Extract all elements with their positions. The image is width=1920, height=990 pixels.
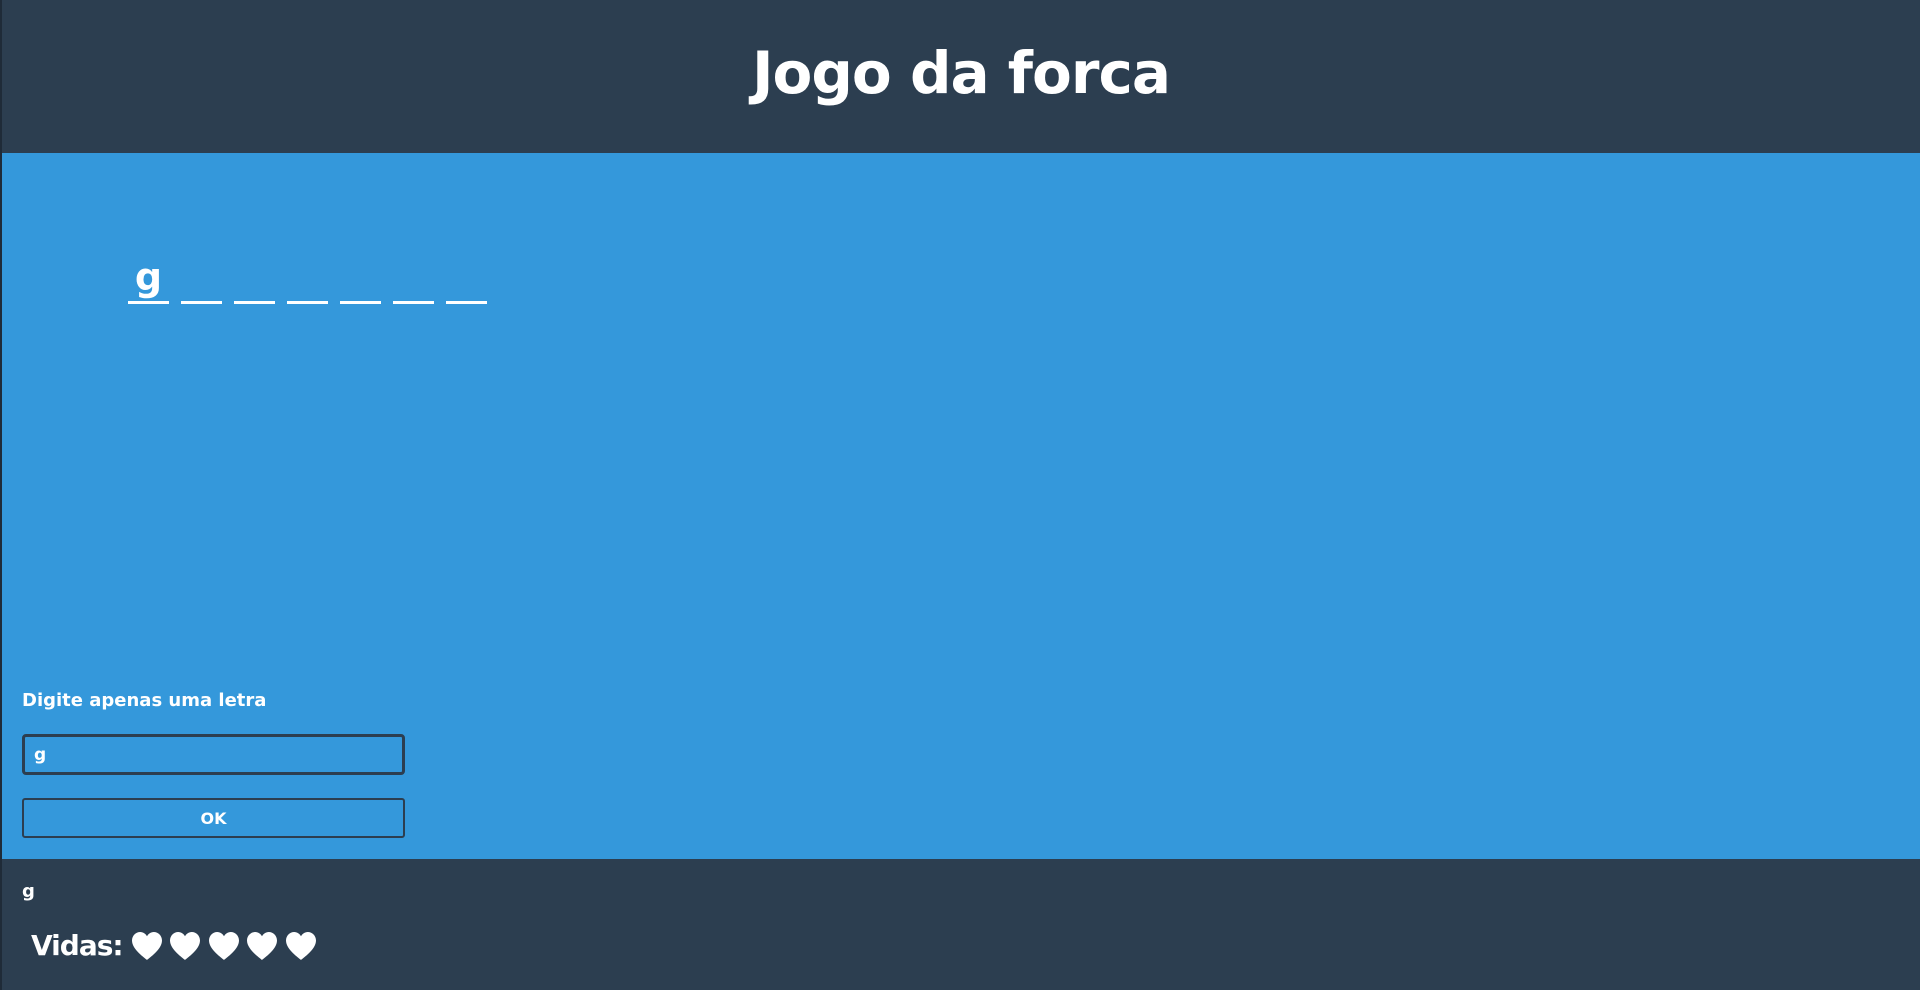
heart-icon [169, 931, 201, 961]
heart-icon [131, 931, 163, 961]
input-hint-label: Digite apenas uma letra [22, 690, 267, 711]
letter-slot [287, 257, 328, 304]
game-area: g Digite apenas uma letra OK [2, 153, 1920, 859]
letter-slot [340, 257, 381, 304]
letter-input[interactable] [22, 734, 405, 775]
heart-icon [246, 931, 278, 961]
lives-label: Vidas: [31, 929, 124, 962]
heart-icon [208, 931, 240, 961]
word-display: g [128, 257, 499, 304]
hearts-list [131, 931, 324, 961]
page-footer: g Vidas: [2, 859, 1920, 990]
letter-slot [446, 257, 487, 304]
heart-icon [285, 931, 317, 961]
page-header: Jogo da forca [2, 0, 1920, 153]
ok-button[interactable]: OK [22, 798, 405, 838]
lives-indicator: Vidas: [31, 929, 323, 962]
page-title: Jogo da forca [751, 39, 1171, 107]
letter-slot [393, 257, 434, 304]
letter-slot: g [128, 257, 169, 304]
guessed-letters: g [22, 881, 35, 902]
letter-slot [234, 257, 275, 304]
letter-slot [181, 257, 222, 304]
